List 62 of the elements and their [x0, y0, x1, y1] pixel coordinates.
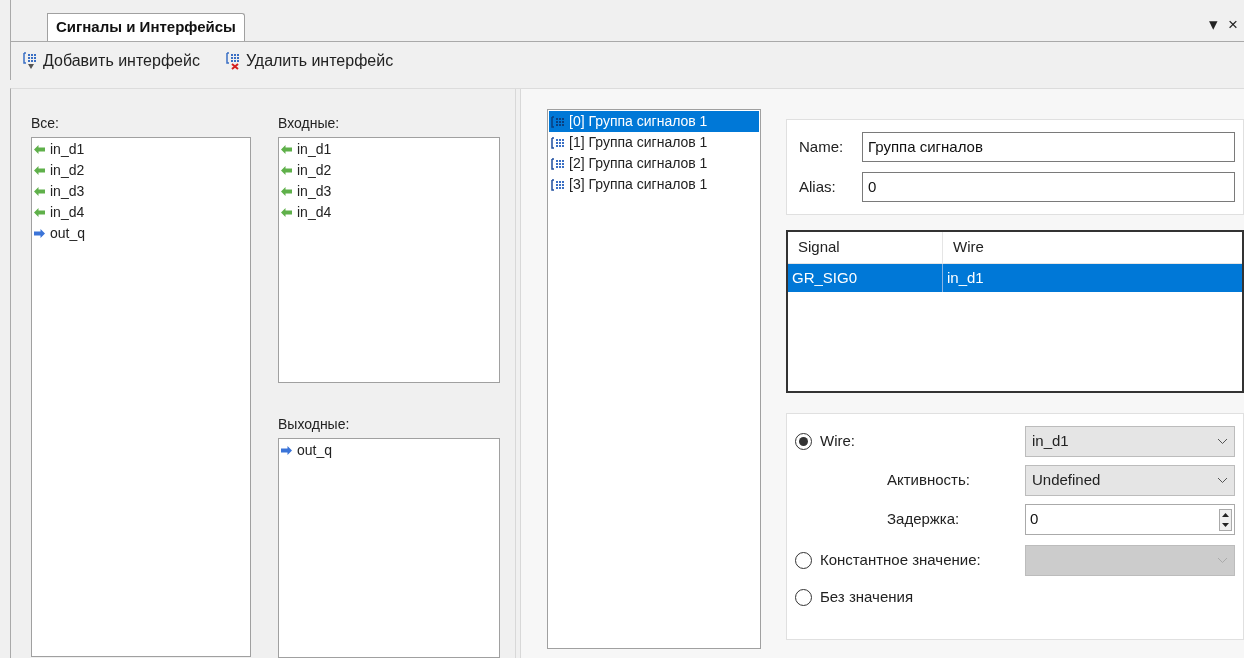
signal-list[interactable]: in_d1 in_d2 in_d3 in_d4 out_q — [31, 137, 251, 657]
group-item[interactable]: [0] Группа сигналов 1 — [549, 111, 759, 132]
group-icon — [551, 136, 565, 149]
field-label: Alias: — [799, 176, 837, 197]
close-button[interactable]: × — [1228, 15, 1238, 33]
right-arrow-icon — [281, 446, 292, 455]
group-item[interactable]: [3] Группа сигналов 1 — [549, 174, 759, 195]
list-item[interactable]: in_d4 — [50, 202, 85, 223]
field-label: Задержка: — [887, 509, 960, 530]
list-item[interactable]: in_d2 — [50, 160, 85, 181]
add-interface-button[interactable]: Добавить интерфейс — [23, 48, 200, 73]
radio-label[interactable]: Wire: — [820, 430, 855, 453]
column-header[interactable]: Wire — [943, 232, 1242, 263]
field-label: Активность: — [887, 470, 970, 491]
list-item[interactable]: in_d3 — [50, 181, 85, 202]
list-label: Все: — [31, 114, 60, 133]
group-item[interactable]: [2] Группа сигналов 1 — [549, 153, 759, 174]
signal-list[interactable]: out_q — [278, 438, 500, 658]
dropdown[interactable]: in_d1 — [1025, 426, 1235, 457]
list-label: Входные: — [278, 114, 341, 133]
spinner-icon — [1219, 508, 1232, 531]
field-label: Name: — [799, 136, 845, 157]
add-interface-icon — [23, 51, 39, 70]
left-arrow-icon — [281, 187, 292, 196]
list-item[interactable]: in_d2 — [297, 160, 332, 181]
number-field[interactable]: 0 — [1025, 504, 1235, 535]
list-item[interactable]: out_q — [50, 223, 86, 244]
list-item[interactable]: in_d4 — [297, 202, 332, 223]
text-field[interactable]: 0 — [862, 172, 1235, 202]
list-item[interactable]: in_d1 — [50, 139, 85, 160]
group-icon — [551, 157, 565, 170]
list-item[interactable]: in_d1 — [297, 139, 332, 160]
remove-interface-button[interactable]: Удалить интерфейс — [225, 48, 394, 73]
radio-button[interactable] — [795, 433, 812, 450]
left-arrow-icon — [34, 145, 45, 154]
group-icon — [551, 178, 565, 191]
radio-button[interactable] — [795, 588, 812, 606]
list-item[interactable]: out_q — [297, 440, 333, 461]
table-row[interactable]: GR_SIG0 in_d1 — [788, 264, 1242, 292]
left-arrow-icon — [281, 208, 292, 217]
signal-list[interactable]: in_d1 in_d2 in_d3 in_d4 — [278, 137, 500, 383]
dropdown-control[interactable]: ▾ — [1209, 15, 1219, 33]
remove-interface-icon — [225, 51, 242, 70]
right-arrow-icon — [34, 229, 45, 238]
chevron-down-icon — [1217, 557, 1228, 564]
group-icon — [551, 115, 565, 128]
panel-tab[interactable]: Сигналы и Интерфейсы — [47, 12, 245, 41]
chevron-down-icon — [1217, 477, 1228, 484]
column-header[interactable]: Signal — [788, 232, 943, 263]
radio-label[interactable]: Без значения — [820, 586, 914, 609]
left-arrow-icon — [281, 145, 292, 154]
left-arrow-icon — [34, 187, 45, 196]
left-arrow-icon — [281, 166, 292, 175]
left-arrow-icon — [34, 166, 45, 175]
left-arrow-icon — [34, 208, 45, 217]
dropdown[interactable]: Undefined — [1025, 465, 1235, 496]
text-field[interactable]: Группа сигналов — [862, 132, 1235, 162]
list-label: Выходные: — [278, 415, 351, 434]
chevron-down-icon — [1217, 438, 1228, 445]
list-item[interactable]: in_d3 — [297, 181, 332, 202]
group-list[interactable]: [0] Группа сигналов 1 [1] Группа сигналов 1 [2] Группа сигналов 1 [3] Группа сигналов 1 — [547, 109, 761, 649]
group-item[interactable]: [1] Группа сигналов 1 — [549, 132, 759, 153]
